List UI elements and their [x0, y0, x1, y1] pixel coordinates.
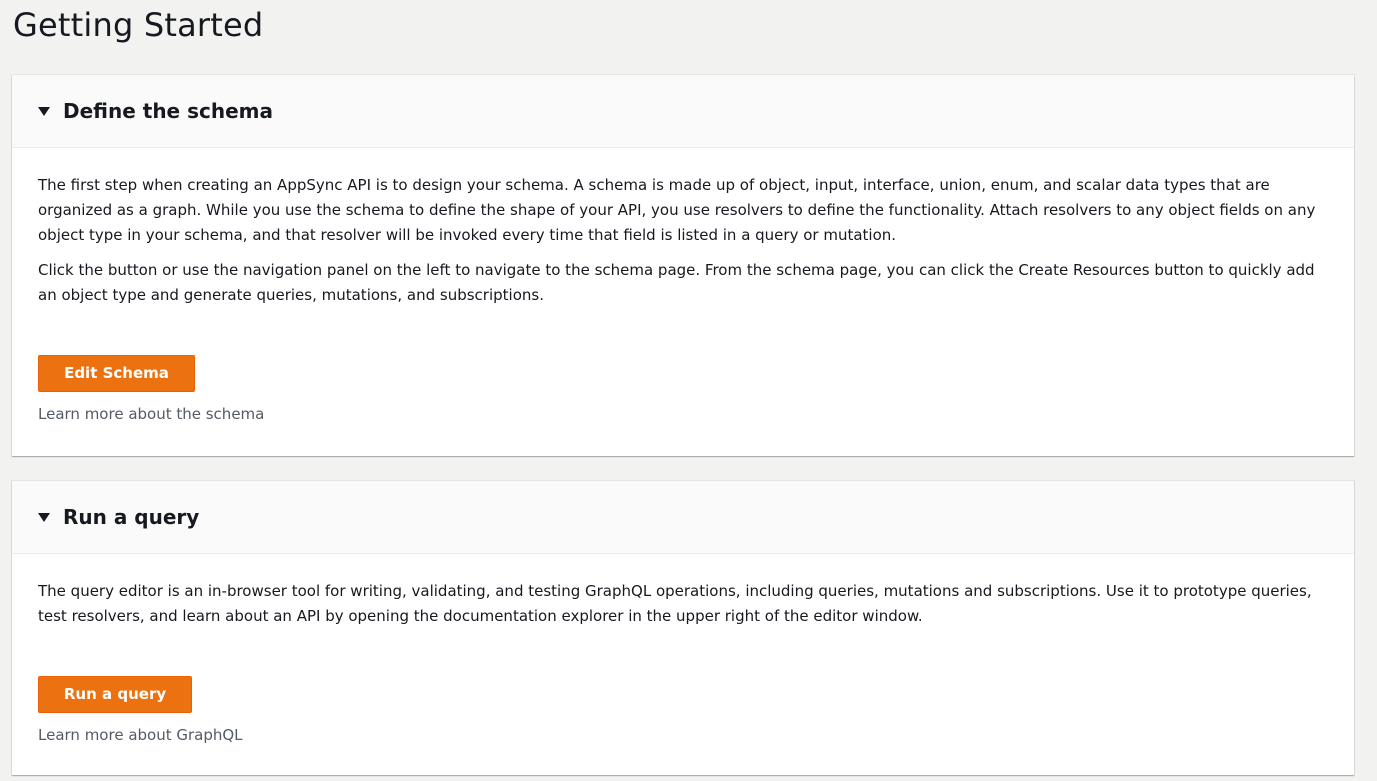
define-schema-body: The first step when creating an AppSync …	[12, 148, 1354, 423]
learn-more-graphql-link[interactable]: Learn more about GraphQL	[38, 726, 1328, 744]
schema-description-paragraph: The first step when creating an AppSync …	[38, 176, 1316, 244]
schema-navigation-paragraph: Click the button or use the navigation p…	[38, 261, 1315, 304]
learn-more-schema-link[interactable]: Learn more about the schema	[38, 405, 1328, 423]
run-query-button[interactable]: Run a query	[38, 676, 192, 713]
query-editor-paragraph: The query editor is an in-browser tool f…	[38, 582, 1312, 625]
run-query-body: The query editor is an in-browser tool f…	[12, 554, 1354, 744]
run-query-header[interactable]: Run a query	[12, 481, 1354, 554]
run-query-panel: Run a query The query editor is an in-br…	[12, 481, 1354, 775]
define-schema-panel: Define the schema The first step when cr…	[12, 75, 1354, 456]
page-title: Getting Started	[13, 6, 264, 44]
edit-schema-button[interactable]: Edit Schema	[38, 355, 195, 392]
define-schema-header[interactable]: Define the schema	[12, 75, 1354, 148]
caret-down-icon[interactable]	[38, 512, 50, 522]
run-query-title: Run a query	[63, 505, 200, 529]
caret-down-icon[interactable]	[38, 106, 50, 116]
define-schema-title: Define the schema	[63, 99, 273, 123]
